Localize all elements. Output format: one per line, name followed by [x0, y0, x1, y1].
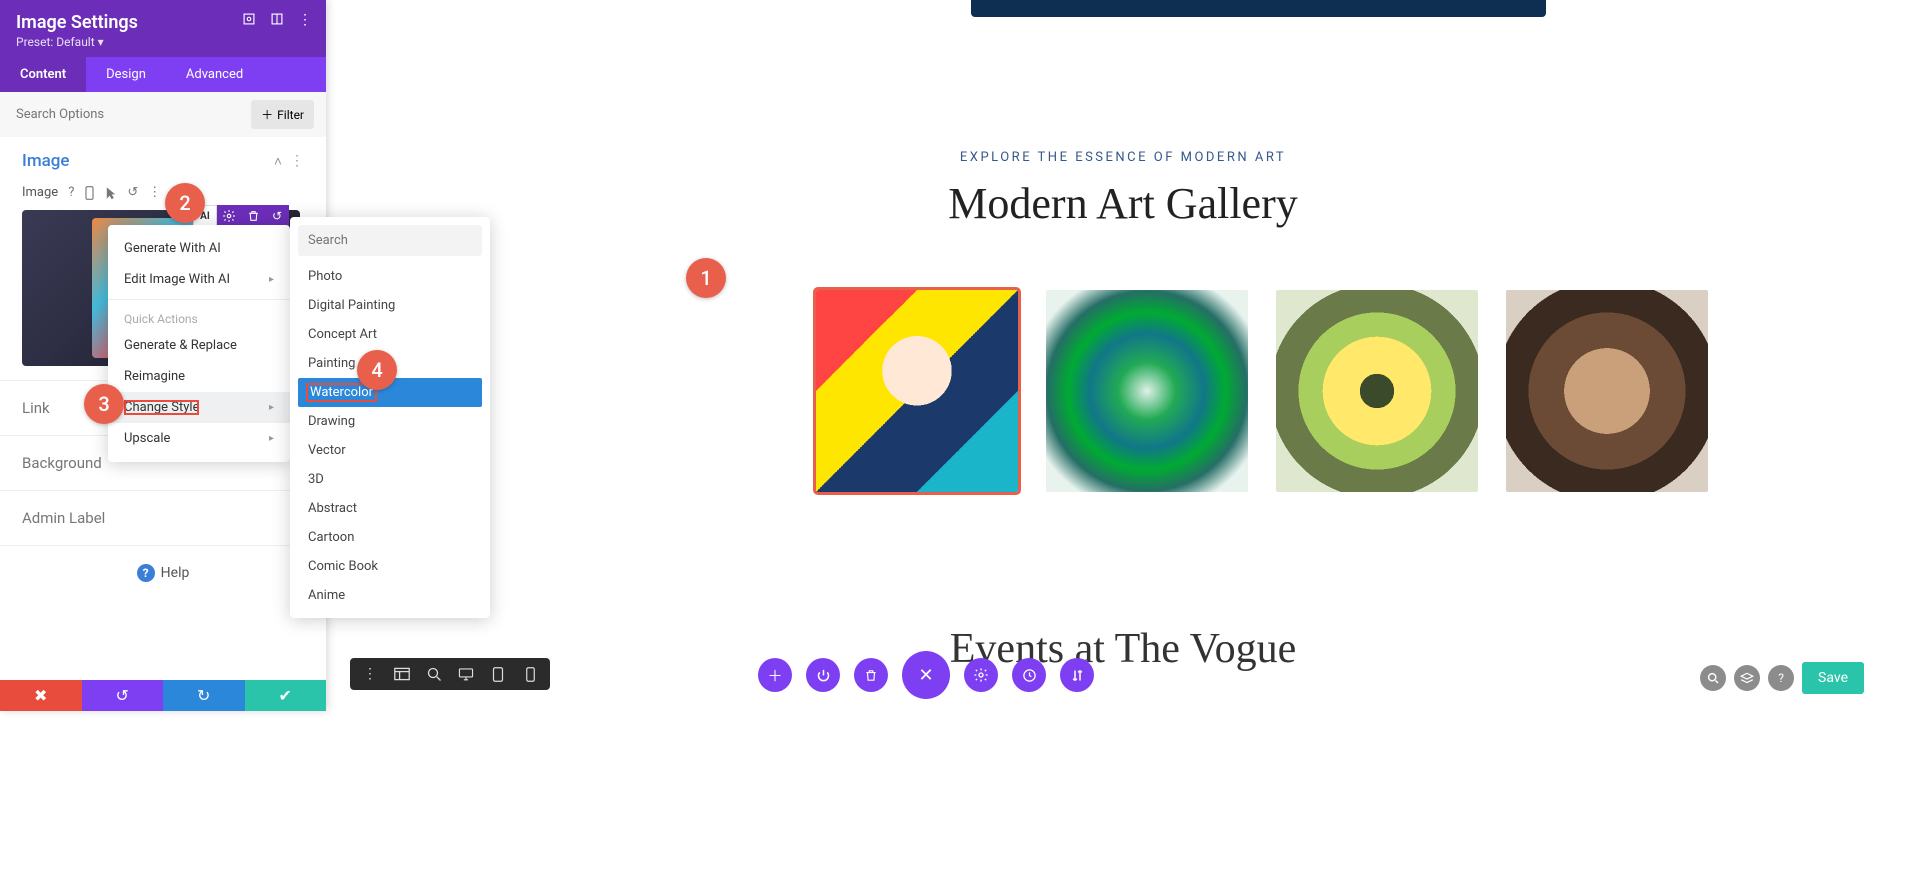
hero-eyebrow: EXPLORE THE ESSENCE OF MODERN ART — [326, 150, 1920, 165]
redo-button[interactable]: ↻ — [163, 680, 245, 711]
section-image-title[interactable]: Image — [22, 151, 70, 171]
preset-selector[interactable]: Preset: Default ▾ — [16, 35, 310, 49]
mobile-icon[interactable] — [84, 186, 95, 200]
delete-button[interactable] — [854, 658, 888, 692]
undo-icon[interactable]: ↺ — [265, 205, 289, 227]
gallery-image-3[interactable] — [1276, 290, 1478, 492]
menu-change-style[interactable]: Change Style▸ — [108, 392, 290, 423]
search-icon[interactable] — [1700, 665, 1726, 691]
style-drawing[interactable]: Drawing — [298, 407, 482, 436]
ai-context-menu: Generate With AI Edit Image With AI▸ Qui… — [108, 225, 290, 462]
style-cartoon[interactable]: Cartoon — [298, 523, 482, 552]
add-button[interactable]: ＋ — [758, 658, 792, 692]
builder-actions: ＋ ✕ — [758, 658, 1094, 699]
right-tools: ? Save — [1700, 662, 1864, 694]
section-more-icon[interactable]: ⋮ — [290, 153, 304, 170]
style-vector[interactable]: Vector — [298, 436, 482, 465]
image-toolbar: AI ↺ — [193, 205, 289, 227]
style-concept-art[interactable]: Concept Art — [298, 320, 482, 349]
chevron-up-icon[interactable]: ˄ — [274, 153, 282, 170]
style-anime[interactable]: Anime — [298, 581, 482, 610]
style-abstract[interactable]: Abstract — [298, 494, 482, 523]
panel-tabs: Content Design Advanced — [0, 57, 326, 92]
layers-icon[interactable] — [1734, 665, 1760, 691]
gallery-row — [816, 290, 1920, 492]
help-link[interactable]: ? Help — [0, 546, 326, 600]
settings-button[interactable] — [964, 658, 998, 692]
annotation-badge-2: 2 — [165, 183, 205, 223]
top-header-bar — [971, 0, 1546, 17]
help-icon[interactable]: ? — [68, 185, 74, 200]
history-button[interactable] — [1012, 658, 1046, 692]
gear-icon[interactable] — [217, 205, 241, 227]
expand-icon[interactable] — [242, 12, 256, 28]
cancel-button[interactable]: ✖ — [0, 680, 82, 711]
menu-generate-ai[interactable]: Generate With AI — [108, 233, 290, 264]
events-title: Events at The Vogue — [326, 625, 1920, 673]
help-button[interactable]: ? — [1768, 665, 1794, 691]
admin-label-section[interactable]: Admin Label — [0, 491, 326, 546]
tab-design[interactable]: Design — [86, 57, 166, 92]
filter-button[interactable]: ＋Filter — [251, 100, 314, 129]
wireframe-icon[interactable] — [386, 658, 418, 690]
confirm-button[interactable]: ✔ — [245, 680, 327, 711]
annotation-badge-4: 4 — [357, 350, 397, 390]
image-field-label: Image — [22, 185, 58, 200]
undo-button[interactable]: ↺ — [82, 680, 164, 711]
panel-layout-icon[interactable] — [270, 12, 284, 28]
gallery-image-1[interactable] — [816, 290, 1018, 492]
style-3d[interactable]: 3D — [298, 465, 482, 494]
sort-button[interactable] — [1060, 658, 1094, 692]
help-circle-icon: ? — [137, 564, 155, 582]
save-button[interactable]: Save — [1802, 662, 1864, 694]
toolbar-more-icon[interactable]: ⋮ — [354, 658, 386, 690]
tab-advanced[interactable]: Advanced — [166, 57, 263, 92]
close-builder-button[interactable]: ✕ — [902, 651, 950, 699]
search-input[interactable] — [12, 101, 251, 128]
gallery-image-2[interactable] — [1046, 290, 1248, 492]
tablet-icon[interactable] — [482, 658, 514, 690]
zoom-icon[interactable] — [418, 658, 450, 690]
gallery-image-4[interactable] — [1506, 290, 1708, 492]
style-digital-painting[interactable]: Digital Painting — [298, 291, 482, 320]
style-photo[interactable]: Photo — [298, 262, 482, 291]
menu-edit-ai[interactable]: Edit Image With AI▸ — [108, 264, 290, 295]
trash-icon[interactable] — [241, 205, 265, 227]
menu-generate-replace[interactable]: Generate & Replace — [108, 330, 290, 361]
power-button[interactable] — [806, 658, 840, 692]
phone-icon[interactable] — [514, 658, 546, 690]
builder-toolbar: ⋮ — [350, 658, 550, 690]
style-search-input[interactable] — [298, 225, 482, 256]
filter-label: Filter — [277, 108, 304, 122]
field-more-icon[interactable]: ⋮ — [148, 185, 161, 200]
menu-quick-actions-label: Quick Actions — [108, 304, 290, 330]
annotation-badge-3: 3 — [84, 384, 124, 424]
style-comic-book[interactable]: Comic Book — [298, 552, 482, 581]
tab-content[interactable]: Content — [0, 57, 86, 92]
menu-reimagine[interactable]: Reimagine — [108, 361, 290, 392]
annotation-badge-1: 1 — [686, 258, 726, 298]
more-icon[interactable]: ⋮ — [298, 12, 312, 28]
hero-title: Modern Art Gallery — [326, 178, 1920, 229]
hover-icon[interactable] — [105, 186, 117, 200]
reset-icon[interactable]: ↺ — [127, 185, 138, 200]
menu-upscale[interactable]: Upscale▸ — [108, 423, 290, 454]
desktop-icon[interactable] — [450, 658, 482, 690]
style-submenu: Photo Digital Painting Concept Art Paint… — [290, 217, 490, 618]
